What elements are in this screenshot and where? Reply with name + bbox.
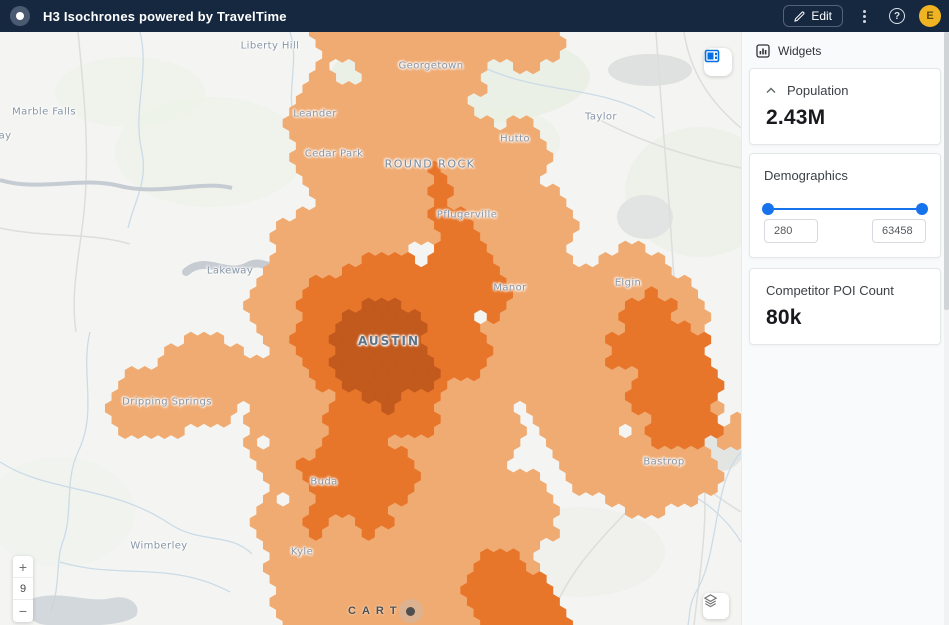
logo-dot-icon <box>16 12 24 20</box>
map-table-split-icon <box>704 48 720 64</box>
more-options-button[interactable] <box>853 5 875 27</box>
edit-button-label: Edit <box>811 9 832 23</box>
widget-competitor-poi-count: Competitor POI Count 80k <box>749 268 941 345</box>
user-avatar[interactable]: E <box>919 5 941 27</box>
competitor-poi-value: 80k <box>750 298 940 344</box>
collapse-chevron-up-icon[interactable] <box>766 87 776 94</box>
edit-button[interactable]: Edit <box>783 5 843 27</box>
range-max-input[interactable] <box>872 219 926 243</box>
pencil-icon <box>794 11 805 22</box>
widget-title: Competitor POI Count <box>750 269 940 298</box>
widgets-header: Widgets <box>742 32 949 68</box>
widgets-title: Widgets <box>778 44 821 58</box>
basemap-selector-button[interactable] <box>703 593 729 619</box>
app-window: H3 Isochrones powered by TravelTime Edit… <box>0 0 949 625</box>
help-icon[interactable]: ? <box>889 8 905 24</box>
carto-wordmark: CART <box>348 605 403 617</box>
carto-attribution: CART <box>348 599 423 623</box>
map-canvas[interactable]: Liberty HillGeorgetownMarble FallsLeande… <box>0 32 741 625</box>
zoom-out-button[interactable]: − <box>13 600 33 622</box>
top-bar: H3 Isochrones powered by TravelTime Edit… <box>0 0 949 32</box>
zoom-in-button[interactable]: + <box>13 556 33 578</box>
sidebar-scrollbar <box>944 32 949 625</box>
widget-title: Population <box>787 83 848 98</box>
widgets-sidebar: Widgets Population 2.43M Demographics <box>741 32 949 625</box>
isochrone-hex-layer <box>0 32 741 625</box>
slider-track[interactable] <box>768 208 922 210</box>
page-title: H3 Isochrones powered by TravelTime <box>43 9 287 24</box>
population-value: 2.43M <box>750 98 940 144</box>
range-slider <box>750 183 940 205</box>
widget-demographics: Demographics <box>749 153 941 258</box>
carto-logo[interactable] <box>10 6 30 26</box>
widget-title: Demographics <box>750 154 940 183</box>
table-view-toggle-button[interactable] <box>704 48 732 76</box>
scrollbar-thumb[interactable] <box>944 32 949 310</box>
zoom-control: + 9 − <box>13 556 33 622</box>
widget-population: Population 2.43M <box>749 68 941 145</box>
widgets-icon <box>756 44 770 58</box>
carto-dot-icon <box>399 599 423 623</box>
range-min-input[interactable] <box>764 219 818 243</box>
slider-handle-min[interactable] <box>762 203 774 215</box>
zoom-level: 9 <box>13 578 33 600</box>
layers-icon <box>703 593 718 608</box>
slider-handle-max[interactable] <box>916 203 928 215</box>
